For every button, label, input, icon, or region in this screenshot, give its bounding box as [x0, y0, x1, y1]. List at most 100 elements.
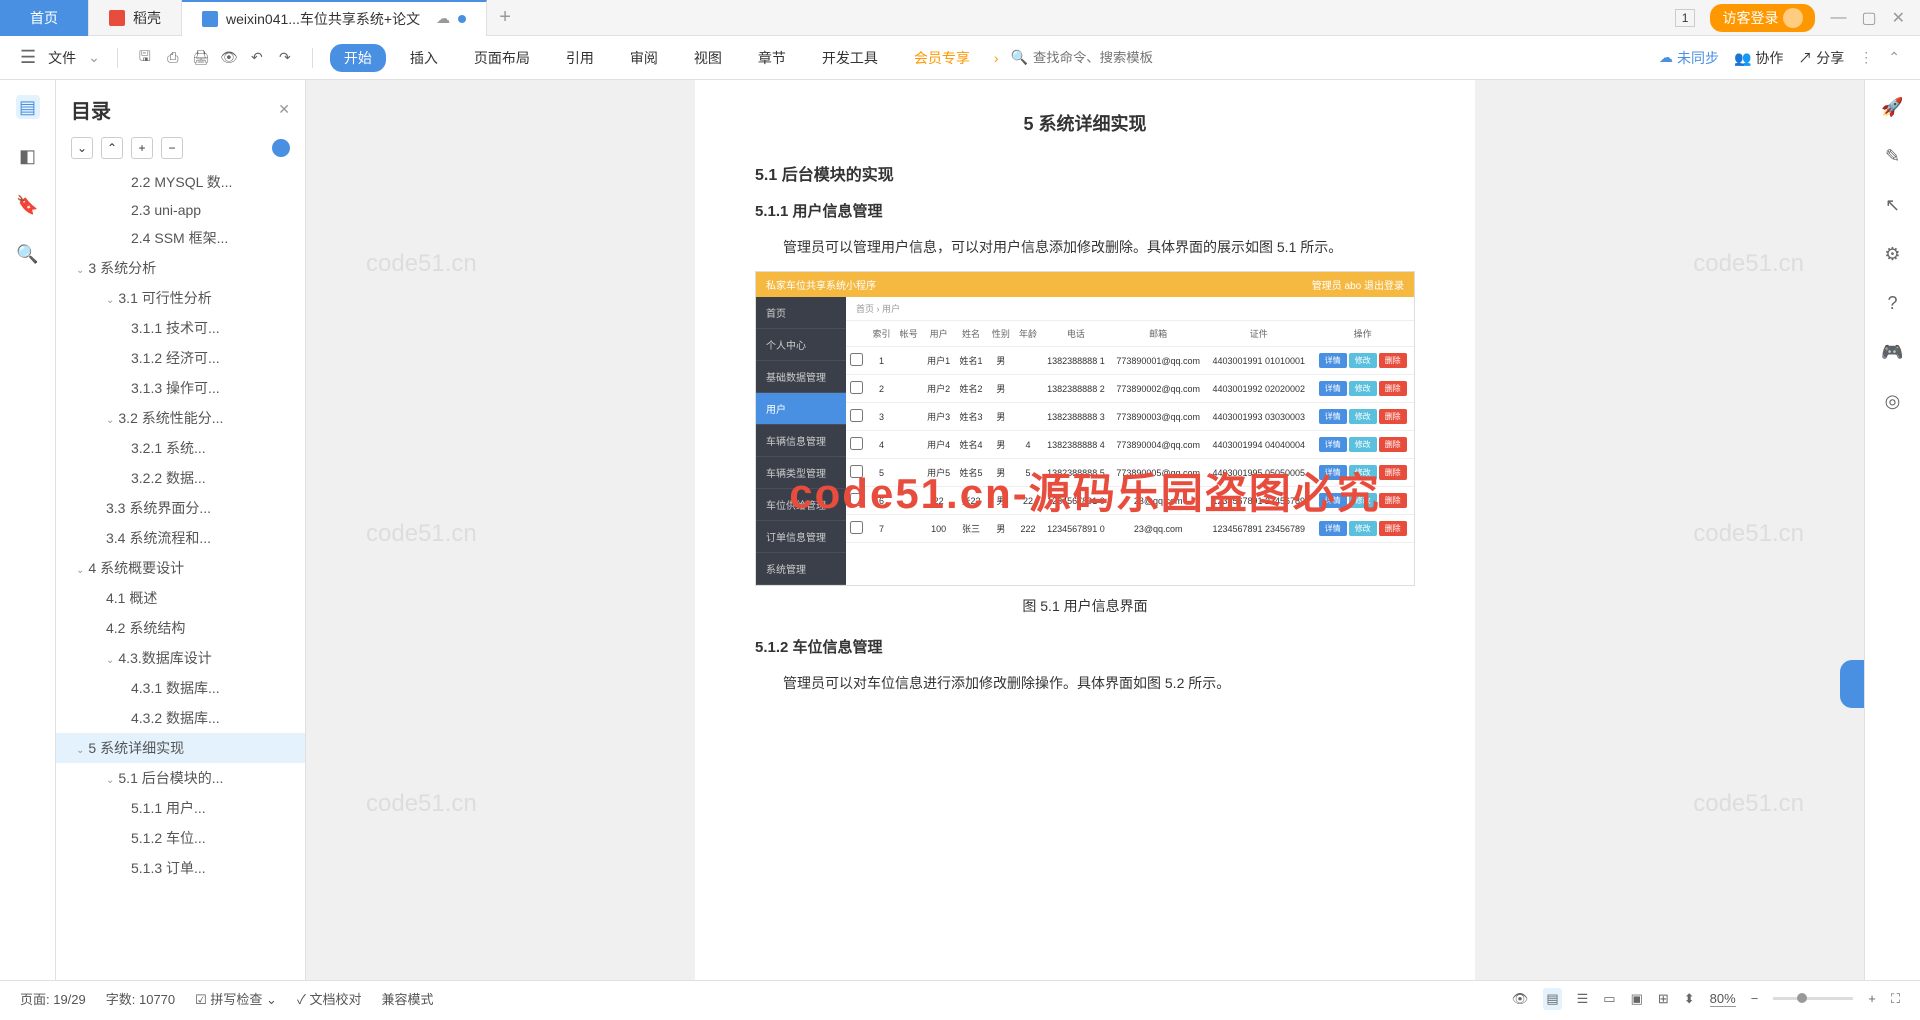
zoom-slider[interactable] [1773, 997, 1853, 1000]
view-page-icon[interactable]: ▤ [1543, 988, 1561, 1010]
menu-review[interactable]: 审阅 [618, 48, 670, 68]
toc-item[interactable]: 5.1.1 用户... [56, 793, 305, 823]
close-button[interactable]: ✕ [1892, 8, 1905, 28]
zoom-in-button[interactable]: + [1868, 991, 1876, 1006]
bookmark-icon[interactable]: 🔖 [16, 193, 40, 217]
maximize-button[interactable]: ▢ [1861, 8, 1876, 28]
toc-item[interactable]: 3.2.1 系统... [56, 433, 305, 463]
file-menu[interactable]: 文件 [48, 48, 76, 68]
toc-item[interactable]: 4.3.1 数据库... [56, 673, 305, 703]
chevron-right-icon[interactable]: › [994, 50, 999, 66]
word-count[interactable]: 字数: 10770 [106, 989, 175, 1008]
toc-item[interactable]: 4.1 概述 [56, 583, 305, 613]
expand-all-button[interactable]: ⌃ [101, 137, 123, 159]
toc-item[interactable]: ⌄3.1 可行性分析 [56, 283, 305, 313]
toc-item[interactable]: ⌄5 系统详细实现 [56, 733, 305, 763]
game-icon[interactable]: 🎮 [1881, 340, 1905, 364]
add-heading-button[interactable]: + [131, 137, 153, 159]
toc-item[interactable]: 3.1.1 技术可... [56, 313, 305, 343]
fullscreen-icon[interactable]: ⛶ [1891, 991, 1900, 1007]
float-tab[interactable] [1840, 660, 1864, 708]
undo-icon[interactable]: ↶ [247, 48, 267, 68]
toc-item[interactable]: 3.4 系统流程和... [56, 523, 305, 553]
toc-item[interactable]: ⌄3 系统分析 [56, 253, 305, 283]
spell-check[interactable]: ☑ 拼写检查 ⌄ [195, 989, 277, 1008]
figure-caption: 图 5.1 用户信息界面 [755, 596, 1415, 616]
zoom-fit-icon[interactable]: ⬍ [1684, 991, 1695, 1007]
page-count[interactable]: 页面: 19/29 [20, 989, 86, 1008]
toc-item[interactable]: 5.1.2 车位... [56, 823, 305, 853]
outline-badge-icon[interactable] [272, 139, 290, 157]
grid-icon[interactable]: ⊞ [1658, 991, 1669, 1007]
tab-daoke-label: 稻壳 [133, 8, 161, 28]
new-tab-button[interactable]: + [487, 6, 523, 29]
redo-icon[interactable]: ↷ [275, 48, 295, 68]
pen-icon[interactable]: ✎ [1881, 144, 1905, 168]
hamburger-icon[interactable]: ☰ [20, 47, 36, 68]
toc-item[interactable]: 2.3 uni-app [56, 197, 305, 223]
search-input[interactable] [1033, 50, 1173, 65]
menu-chapter[interactable]: 章节 [746, 48, 798, 68]
toc-item[interactable]: 2.4 SSM 框架... [56, 223, 305, 253]
compat-mode[interactable]: 兼容模式 [381, 989, 433, 1008]
rocket-icon[interactable]: 🚀 [1881, 95, 1905, 119]
toc-item[interactable]: 2.2 MYSQL 数... [56, 167, 305, 197]
tab-daoke[interactable]: 稻壳 [89, 0, 182, 36]
doc-proof[interactable]: ✓ 文档校对 [297, 989, 362, 1008]
preview-icon[interactable]: 👁 [219, 48, 239, 68]
menu-member[interactable]: 会员专享 [902, 48, 982, 68]
menu-view[interactable]: 视图 [682, 48, 734, 68]
menu-reference[interactable]: 引用 [554, 48, 606, 68]
help-icon[interactable]: ? [1881, 291, 1905, 315]
close-outline-icon[interactable]: ✕ [278, 101, 290, 118]
share-button[interactable]: ↗ 分享 [1798, 48, 1844, 68]
minimize-button[interactable]: — [1830, 9, 1846, 27]
toc-item[interactable]: 3.1.2 经济可... [56, 343, 305, 373]
eye-icon[interactable]: 👁 [1512, 991, 1529, 1007]
toc-item[interactable]: 3.2.2 数据... [56, 463, 305, 493]
view-outline-icon[interactable]: ☰ [1577, 991, 1589, 1007]
tab-home[interactable]: 首页 [0, 0, 89, 36]
toc-item[interactable]: 3.3 系统界面分... [56, 493, 305, 523]
toc-item[interactable]: 5.1.3 订单... [56, 853, 305, 883]
toc-item[interactable]: 4.3.2 数据库... [56, 703, 305, 733]
view-read-icon[interactable]: ▣ [1631, 991, 1643, 1007]
unsync-button[interactable]: ☁未同步 [1659, 48, 1719, 68]
collapse-all-button[interactable]: ⌄ [71, 137, 93, 159]
ss-user: 管理员 abo 退出登录 [1312, 277, 1404, 292]
search-rail-icon[interactable]: 🔍 [16, 242, 40, 266]
menu-insert[interactable]: 插入 [398, 48, 450, 68]
view-web-icon[interactable]: ▭ [1603, 991, 1615, 1007]
export-icon[interactable]: ⎙ [163, 48, 183, 68]
start-tab[interactable]: 开始 [330, 44, 386, 72]
toc-item[interactable]: ⌄4 系统概要设计 [56, 553, 305, 583]
toc-item[interactable]: ⌄4.3.数据库设计 [56, 643, 305, 673]
toc-item[interactable]: 3.1.3 操作可... [56, 373, 305, 403]
nav-icon[interactable]: ◧ [16, 144, 40, 168]
login-button[interactable]: 访客登录 [1710, 4, 1815, 32]
remove-heading-button[interactable]: − [161, 137, 183, 159]
chapter-title: 5 系统详细实现 [755, 110, 1415, 136]
cloud-icon: ☁ [1659, 49, 1673, 66]
collab-button[interactable]: 👥 协作 [1734, 48, 1783, 68]
menu-layout[interactable]: 页面布局 [462, 48, 542, 68]
page-indicator[interactable]: 1 [1675, 9, 1696, 27]
cursor-icon[interactable]: ↖ [1881, 193, 1905, 217]
print-icon[interactable]: 🖨 [191, 48, 211, 68]
command-search[interactable]: 🔍 [1011, 49, 1173, 66]
outline-icon[interactable]: ▤ [16, 95, 40, 119]
document-area[interactable]: code51.cn code51.cn code51.cn code51.cn … [306, 80, 1864, 980]
save-icon[interactable]: 🖫 [135, 48, 155, 68]
settings-icon[interactable]: ⚙ [1881, 242, 1905, 266]
toc-item[interactable]: ⌄5.1 后台模块的... [56, 763, 305, 793]
zoom-level[interactable]: 80% [1710, 991, 1736, 1007]
collapse-ribbon-icon[interactable]: ⌃ [1888, 49, 1900, 66]
toc-item[interactable]: 4.2 系统结构 [56, 613, 305, 643]
zoom-out-button[interactable]: − [1751, 991, 1759, 1006]
target-icon[interactable]: ◎ [1881, 389, 1905, 413]
outline-title: 目录 [71, 95, 111, 124]
more-icon[interactable]: ⋮ [1859, 49, 1873, 66]
tab-document[interactable]: weixin041...车位共享系统+论文☁ [182, 0, 487, 36]
toc-item[interactable]: ⌄3.2 系统性能分... [56, 403, 305, 433]
menu-devtools[interactable]: 开发工具 [810, 48, 890, 68]
